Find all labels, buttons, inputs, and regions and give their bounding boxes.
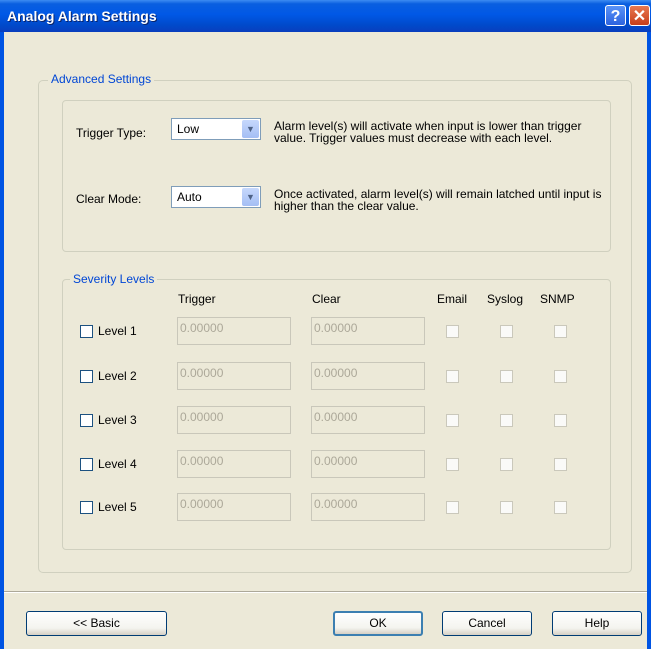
column-header-email: Email: [437, 292, 468, 306]
level-3-syslog-checkbox[interactable]: [500, 414, 513, 427]
title-bar[interactable]: Analog Alarm Settings ? ✕: [0, 0, 651, 32]
level-2-label[interactable]: Level 2: [98, 369, 137, 383]
help-icon[interactable]: ?: [605, 5, 626, 26]
level-4-email-checkbox[interactable]: [446, 458, 459, 471]
window-title: Analog Alarm Settings: [7, 8, 157, 24]
level-5-clear-value: 0.00000: [314, 497, 358, 511]
level-4-snmp-checkbox[interactable]: [554, 458, 567, 471]
level-3-label[interactable]: Level 3: [98, 413, 137, 427]
level-2-clear-value: 0.00000: [314, 366, 358, 380]
level-5-syslog-checkbox[interactable]: [500, 501, 513, 514]
level-1-trigger-field[interactable]: 0.00000: [177, 317, 291, 345]
help-button[interactable]: Help: [552, 611, 642, 636]
level-2-syslog-checkbox[interactable]: [500, 370, 513, 383]
chevron-down-icon[interactable]: ▼: [242, 120, 259, 138]
close-icon[interactable]: ✕: [629, 5, 650, 26]
column-header-clear: Clear: [312, 292, 341, 306]
basic-button[interactable]: << Basic: [26, 611, 167, 636]
level-5-label[interactable]: Level 5: [98, 500, 137, 514]
level-4-label[interactable]: Level 4: [98, 457, 137, 471]
trigger-type-description: Alarm level(s) will activate when input …: [274, 119, 582, 145]
column-header-trigger: Trigger: [178, 292, 216, 306]
clear-mode-value: Auto: [177, 190, 202, 204]
level-2-checkbox[interactable]: [80, 370, 93, 383]
level-1-label[interactable]: Level 1: [98, 324, 137, 338]
level-1-trigger-value: 0.00000: [180, 321, 224, 335]
level-5-snmp-checkbox[interactable]: [554, 501, 567, 514]
level-1-snmp-checkbox[interactable]: [554, 325, 567, 338]
level-2-email-checkbox[interactable]: [446, 370, 459, 383]
level-1-clear-field[interactable]: 0.00000: [311, 317, 425, 345]
ok-button[interactable]: OK: [333, 611, 423, 636]
level-2-clear-field[interactable]: 0.00000: [311, 362, 425, 390]
level-4-clear-value: 0.00000: [314, 454, 358, 468]
level-1-email-checkbox[interactable]: [446, 325, 459, 338]
severity-levels-legend: Severity Levels: [70, 272, 158, 286]
level-4-checkbox[interactable]: [80, 458, 93, 471]
level-5-checkbox[interactable]: [80, 501, 93, 514]
clear-mode-label: Clear Mode:: [76, 192, 142, 206]
clear-mode-description: Once activated, alarm level(s) will rema…: [274, 187, 602, 213]
level-1-checkbox[interactable]: [80, 325, 93, 338]
clear-mode-select[interactable]: Auto ▼: [171, 186, 261, 208]
level-5-email-checkbox[interactable]: [446, 501, 459, 514]
trigger-type-select[interactable]: Low ▼: [171, 118, 261, 140]
level-4-trigger-value: 0.00000: [180, 454, 224, 468]
column-header-syslog: Syslog: [487, 292, 524, 306]
level-2-snmp-checkbox[interactable]: [554, 370, 567, 383]
level-4-clear-field[interactable]: 0.00000: [311, 450, 425, 478]
level-2-trigger-field[interactable]: 0.00000: [177, 362, 291, 390]
level-3-snmp-checkbox[interactable]: [554, 414, 567, 427]
level-3-clear-value: 0.00000: [314, 410, 358, 424]
level-3-trigger-value: 0.00000: [180, 410, 224, 424]
level-5-trigger-value: 0.00000: [180, 497, 224, 511]
level-4-trigger-field[interactable]: 0.00000: [177, 450, 291, 478]
level-1-syslog-checkbox[interactable]: [500, 325, 513, 338]
cancel-button[interactable]: Cancel: [442, 611, 532, 636]
chevron-down-icon[interactable]: ▼: [242, 188, 259, 206]
advanced-settings-legend: Advanced Settings: [48, 72, 155, 86]
level-5-trigger-field[interactable]: 0.00000: [177, 493, 291, 521]
trigger-type-label: Trigger Type:: [76, 126, 147, 140]
footer-divider-highlight: [4, 592, 647, 593]
level-3-checkbox[interactable]: [80, 414, 93, 427]
level-5-clear-field[interactable]: 0.00000: [311, 493, 425, 521]
level-3-clear-field[interactable]: 0.00000: [311, 406, 425, 434]
column-header-snmp: SNMP: [540, 292, 575, 306]
level-4-syslog-checkbox[interactable]: [500, 458, 513, 471]
level-2-trigger-value: 0.00000: [180, 366, 224, 380]
level-3-trigger-field[interactable]: 0.00000: [177, 406, 291, 434]
analog-alarm-settings-window: Analog Alarm Settings ? ✕ Advanced Setti…: [0, 0, 651, 649]
window-border-right: [647, 32, 651, 649]
level-1-clear-value: 0.00000: [314, 321, 358, 335]
level-3-email-checkbox[interactable]: [446, 414, 459, 427]
trigger-type-value: Low: [177, 122, 200, 136]
